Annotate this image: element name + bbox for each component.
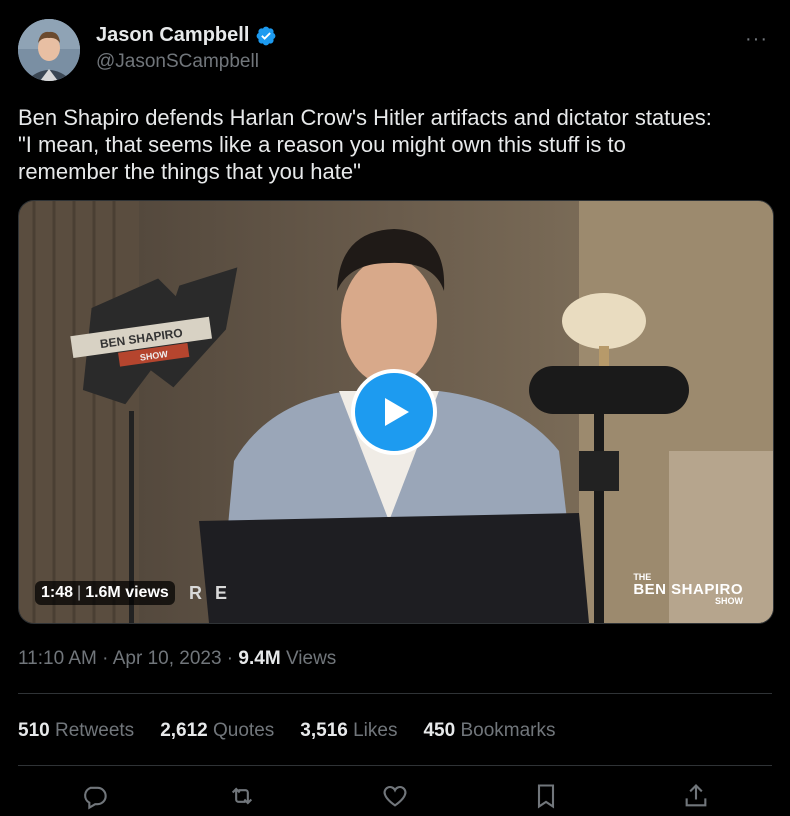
engagement-stats: 510 Retweets 2,612 Quotes 3,516 Likes 45…	[18, 720, 555, 742]
stat-bookmarks[interactable]: 450 Bookmarks	[423, 720, 555, 742]
views-label: Views	[280, 648, 337, 669]
video-duration: 1:48	[41, 584, 74, 601]
author-handle[interactable]: @JasonSCampbell	[96, 51, 259, 73]
share-icon[interactable]	[682, 782, 710, 810]
avatar[interactable]	[18, 19, 80, 81]
reply-icon[interactable]	[80, 782, 108, 810]
watermark-title: BEN SHAPIRO	[633, 581, 743, 598]
action-bar	[0, 772, 790, 816]
like-icon[interactable]	[381, 782, 409, 810]
video-player[interactable]: BEN SHAPIRO SHOW R E 1:48 | 1.6M views T…	[18, 200, 774, 624]
views-count: 9.4M	[238, 648, 281, 669]
play-icon	[385, 398, 409, 426]
retweet-icon[interactable]	[228, 782, 256, 810]
video-info-badge: 1:48 | 1.6M views	[35, 581, 175, 605]
tweet-date[interactable]: Apr 10, 2023	[113, 648, 222, 669]
divider	[18, 693, 772, 694]
author-display-name[interactable]: Jason Campbell	[96, 24, 249, 47]
video-info-separator: |	[77, 584, 82, 601]
play-button[interactable]	[351, 369, 437, 455]
tweet-time[interactable]: 11:10 AM	[18, 648, 97, 669]
verified-badge-icon	[256, 26, 276, 45]
stat-quotes[interactable]: 2,612 Quotes	[160, 720, 274, 742]
more-icon[interactable]: ···	[745, 28, 768, 51]
divider	[18, 765, 772, 766]
video-views: 1.6M views	[85, 584, 169, 601]
stat-retweets[interactable]: 510 Retweets	[18, 720, 134, 742]
watermark-show: SHOW	[715, 596, 743, 606]
separator-dot: ·	[221, 648, 239, 669]
partial-overlay-text: R E	[189, 583, 231, 603]
tweet-text: Ben Shapiro defends Harlan Crow's Hitler…	[18, 105, 712, 184]
timestamp-row: 11:10 AM · Apr 10, 2023 · 9.4M Views	[18, 648, 336, 670]
separator-dot: ·	[96, 648, 113, 669]
stat-likes[interactable]: 3,516 Likes	[300, 720, 397, 742]
bookmark-icon[interactable]	[532, 782, 560, 810]
show-watermark: THE BEN SHAPIRO SHOW	[633, 573, 743, 606]
